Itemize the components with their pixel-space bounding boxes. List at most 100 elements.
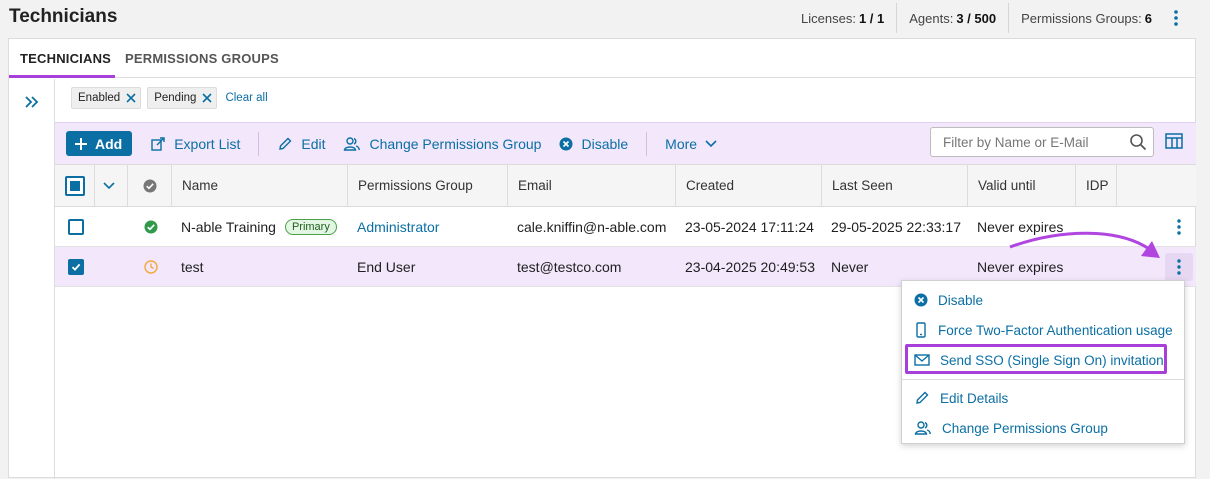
menu-item-disable[interactable]: Disable	[902, 286, 1184, 314]
tab-technicians[interactable]: TECHNICIANS	[20, 51, 111, 66]
users-icon	[344, 136, 361, 151]
export-list-button[interactable]: Export List	[150, 136, 240, 152]
active-filters: Enabled Pending Clear all	[71, 87, 268, 109]
technician-name: N-able Training	[181, 218, 276, 235]
disable-button[interactable]: Disable	[559, 136, 628, 152]
technician-name-cell: N-able Training Primary	[181, 207, 337, 246]
clear-all-link[interactable]: Clear all	[225, 92, 267, 104]
search-input[interactable]	[941, 128, 1121, 156]
column-header-actions	[1116, 165, 1196, 206]
menu-divider	[902, 379, 1184, 380]
technician-name-cell: test	[181, 247, 204, 286]
licenses-stat: Licenses: 1 / 1	[789, 3, 896, 33]
last-seen-cell: Never	[831, 258, 869, 275]
export-list-label: Export List	[174, 135, 241, 152]
check-circle-filled-icon	[144, 220, 158, 233]
permissions-group-cell: End User	[357, 258, 416, 275]
row-select-cell	[68, 207, 84, 246]
more-label: More	[665, 135, 698, 152]
users-icon	[914, 421, 931, 435]
columns-icon[interactable]	[1165, 133, 1183, 149]
permissions-groups-stat: Permissions Groups: 6	[1008, 3, 1186, 33]
select-all-checkbox[interactable]	[65, 175, 85, 196]
export-icon	[151, 136, 165, 151]
permissions-groups-label: Permissions Groups:	[1021, 10, 1142, 26]
row-status-cell	[144, 247, 158, 286]
filter-chip-pending: Pending	[147, 87, 218, 109]
permissions-group-link[interactable]: Administrator	[357, 207, 439, 246]
column-header-created[interactable]: Created	[675, 165, 821, 206]
agents-value: 3 / 500	[956, 10, 997, 26]
add-button[interactable]: Add	[66, 131, 133, 156]
select-all-control	[55, 165, 127, 206]
last-seen-cell: 29-05-2025 22:33:17	[831, 218, 961, 235]
technician-name: test	[181, 258, 204, 275]
status-column-header[interactable]	[127, 165, 171, 206]
primary-badge: Primary	[284, 218, 337, 235]
menu-item-change-permissions-group[interactable]: Change Permissions Group	[902, 414, 1184, 442]
agents-stat: Agents: 3 / 500	[896, 3, 1008, 33]
double-chevron-right-icon[interactable]	[23, 93, 41, 111]
email-cell: test@testco.com	[517, 258, 622, 275]
change-permissions-group-label: Change Permissions Group	[369, 135, 542, 152]
side-panel	[9, 79, 55, 479]
license-stats: Licenses: 1 / 1 Agents: 3 / 500 Permission…	[789, 0, 1186, 36]
edit-button[interactable]: Edit	[277, 136, 325, 152]
tab-bar: TECHNICIANS PERMISSIONS GROUPS	[9, 39, 1195, 78]
check-circle-icon	[143, 179, 157, 192]
pencil-icon	[279, 137, 292, 150]
column-header-name[interactable]: Name	[171, 165, 347, 206]
menu-item-force-2fa[interactable]: Force Two-Factor Authentication usage	[902, 316, 1184, 344]
row-checkbox[interactable]	[68, 218, 84, 235]
column-header-valid-until[interactable]: Valid until	[967, 165, 1075, 206]
created-cell: 23-04-2025 20:49:53	[685, 258, 815, 275]
x-circle-icon	[559, 137, 573, 150]
active-tab-indicator	[9, 75, 115, 78]
page-title: Technicians	[9, 6, 118, 27]
change-permissions-group-button[interactable]: Change Permissions Group	[343, 136, 541, 152]
filter-chip-enabled: Enabled	[71, 87, 142, 109]
more-dropdown[interactable]: More	[665, 136, 725, 152]
x-icon[interactable]	[202, 93, 213, 103]
menu-item-label: Edit Details	[940, 390, 1009, 406]
menu-item-label: Force Two-Factor Authentication usage	[938, 322, 1173, 338]
search-box	[930, 127, 1154, 157]
created-cell: 23-05-2024 17:11:24	[685, 218, 814, 235]
row-status-cell	[144, 207, 158, 246]
chevron-down-icon	[705, 139, 717, 147]
header-kebab-icon[interactable]	[1166, 8, 1186, 28]
filter-chip-label: Pending	[154, 92, 197, 104]
menu-item-label: Disable	[938, 292, 984, 308]
top-bar: Technicians Licenses: 1 / 1 Agents: 3 / 50…	[0, 0, 1210, 36]
toolbar-divider	[258, 131, 260, 156]
clock-icon	[144, 259, 158, 274]
annotation-highlight-box	[905, 344, 1167, 374]
x-circle-icon	[914, 293, 928, 307]
plus-icon	[75, 137, 87, 150]
table-header: Name Permissions Group Email Created Las…	[55, 164, 1196, 207]
x-icon[interactable]	[126, 93, 136, 103]
search-icon[interactable]	[1129, 133, 1147, 151]
menu-item-label: Change Permissions Group	[942, 420, 1108, 436]
chevron-down-icon[interactable]	[103, 181, 115, 190]
disable-label: Disable	[581, 135, 629, 152]
add-button-label: Add	[95, 135, 123, 152]
pencil-icon	[916, 391, 929, 404]
licenses-value: 1 / 1	[858, 10, 885, 26]
column-header-idp[interactable]: IDP	[1075, 165, 1116, 206]
tab-permissions-groups[interactable]: PERMISSIONS GROUPS	[125, 51, 279, 66]
column-header-last-seen[interactable]: Last Seen	[821, 165, 967, 206]
column-header-email[interactable]: Email	[507, 165, 675, 206]
licenses-label: Licenses:	[801, 10, 856, 26]
phone-icon	[916, 322, 926, 338]
toolbar: Add Export List Edit Change Permissions …	[55, 122, 1196, 164]
column-header-permissions-group[interactable]: Permissions Group	[347, 165, 507, 206]
permissions-groups-value: 6	[1144, 10, 1152, 26]
email-cell: cale.kniffin@n-able.com	[517, 218, 667, 235]
menu-item-edit-details[interactable]: Edit Details	[902, 384, 1184, 412]
agents-label: Agents:	[909, 10, 954, 26]
annotation-arrow	[1009, 231, 1160, 258]
row-checkbox[interactable]	[68, 258, 84, 275]
row-select-cell	[68, 247, 84, 286]
edit-label: Edit	[301, 135, 326, 152]
